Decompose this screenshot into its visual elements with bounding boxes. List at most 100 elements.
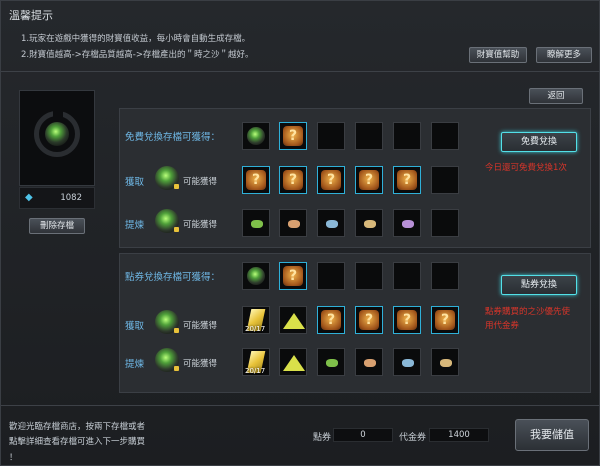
empty-slot [393,122,421,150]
diamond-icon: ◆ [25,192,33,203]
reward-slot[interactable]: ? [279,262,307,290]
reward-slot[interactable] [242,122,270,150]
mystery-box-icon: ? [283,266,303,286]
save-preview-frame [19,90,95,186]
footer-divider [1,405,600,406]
free-exchange-note: 今日還可免費兌換1次 [485,163,567,173]
empty-slot [431,262,459,290]
time-stone-icon [247,267,265,285]
mystery-box-icon: ? [283,170,303,190]
stack-count: 20/17 [245,367,266,375]
mystery-box-icon: ? [397,170,417,190]
ore-slot[interactable] [431,348,459,376]
ore-icon [288,220,300,228]
free-exchange-label: 免費兌換存檔可獲得： [125,132,221,143]
empty-slot [355,122,383,150]
voucher-value: 1400 [429,428,489,442]
lock-icon [174,227,179,232]
empty-slot [431,209,459,237]
empty-slot [431,122,459,150]
free-exchange-button[interactable]: 免費兌換 [501,132,577,152]
lock-icon [174,184,179,189]
top-up-button[interactable]: 我要儲值 [515,419,589,451]
reward-slot[interactable]: ? [355,306,383,334]
footer-text-line-3: ！ [9,453,18,463]
time-stone-icon [45,122,69,146]
mystery-box-icon: ? [397,310,417,330]
reward-slot[interactable]: ? [279,122,307,150]
ore-slot[interactable] [317,209,345,237]
reward-slot[interactable]: ? [393,306,421,334]
ore-slot[interactable] [393,348,421,376]
footer-text-line-1: 歡迎光臨存檔商店，按兩下存檔或者 [9,422,146,432]
mystery-box-icon: ? [246,170,266,190]
back-button[interactable]: 返回 [529,88,583,104]
gem-counter: ◆ 1082 [19,187,95,209]
footer-text-line-2: 點擊詳細查看存檔可進入下一步購買 [9,437,146,447]
ore-icon [402,359,414,367]
points-note-line-1: 點券購買的之沙優先使 [485,307,571,317]
ore-slot[interactable] [279,209,307,237]
ore-slot[interactable] [242,209,270,237]
ore-icon [326,220,338,228]
points-exchange-button[interactable]: 點券兌換 [501,275,577,295]
possible-label: 可能獲得 [183,177,218,187]
empty-slot [317,262,345,290]
reward-slot[interactable] [242,262,270,290]
ore-icon [364,359,376,367]
points-value: 0 [333,428,393,442]
reward-slot[interactable]: ? [317,166,345,194]
possible-label: 可能獲得 [183,220,218,230]
ore-icon [402,220,414,228]
gem-value: 1082 [60,193,82,203]
ore-slot[interactable] [317,348,345,376]
possible-label: 可能獲得 [183,321,218,331]
ore-slot[interactable] [355,209,383,237]
reward-slot[interactable]: ? [317,306,345,334]
delete-save-button[interactable]: 刪除存檔 [29,218,85,234]
voucher-label: 代金券 [399,433,427,443]
save-shop-panel: 溫馨提示 1.玩家在遊戲中獲得的財寶值收益，每小時會自動生成存檔。 2.財寶值越… [0,0,600,466]
header-divider [1,71,600,72]
crystal-slot[interactable]: 20/17 [242,348,270,376]
mystery-box-icon: ? [321,170,341,190]
reward-slot[interactable]: ? [355,166,383,194]
refine-label: 提煉 [125,220,145,231]
obtain-label: 獲取 [125,177,145,188]
mystery-box-icon: ? [359,170,379,190]
mystery-box-icon: ? [283,126,303,146]
mystery-box-icon: ? [435,310,455,330]
learn-more-button[interactable]: 瞭解更多 [536,47,592,63]
empty-slot [393,262,421,290]
reward-slot[interactable]: ? [431,306,459,334]
reward-slot[interactable]: ? [242,166,270,194]
empty-slot [355,262,383,290]
lock-icon [174,328,179,333]
tip-line-2: 2.財寶值越高->存檔品質越高->存檔產出的＂時之沙＂越好。 [21,50,254,60]
ore-slot[interactable] [355,348,383,376]
refine-label: 提煉 [125,359,145,370]
mystery-box-icon: ? [359,310,379,330]
sand-slot[interactable] [279,348,307,376]
reward-slot[interactable]: ? [279,166,307,194]
reward-slot[interactable]: ? [393,166,421,194]
time-sand-icon [283,313,305,329]
lock-icon [174,366,179,371]
panel-title: 溫馨提示 [9,9,53,22]
empty-slot [431,166,459,194]
time-stone-icon [247,127,265,145]
possible-label: 可能獲得 [183,359,218,369]
points-note-line-2: 用代金券 [485,321,520,331]
points-label: 點券 [313,433,332,443]
obtain-label: 獲取 [125,321,145,332]
value-help-button[interactable]: 財寶值幫助 [469,47,527,63]
points-exchange-label: 點券兌換存檔可獲得： [125,272,221,283]
ore-icon [440,359,452,367]
mystery-box-icon: ? [321,310,341,330]
time-sand-icon [283,355,305,371]
ore-slot[interactable] [393,209,421,237]
crystal-slot[interactable]: 20/17 [242,306,270,334]
ore-icon [326,359,338,367]
stack-count: 20/17 [245,325,266,333]
sand-slot[interactable] [279,306,307,334]
